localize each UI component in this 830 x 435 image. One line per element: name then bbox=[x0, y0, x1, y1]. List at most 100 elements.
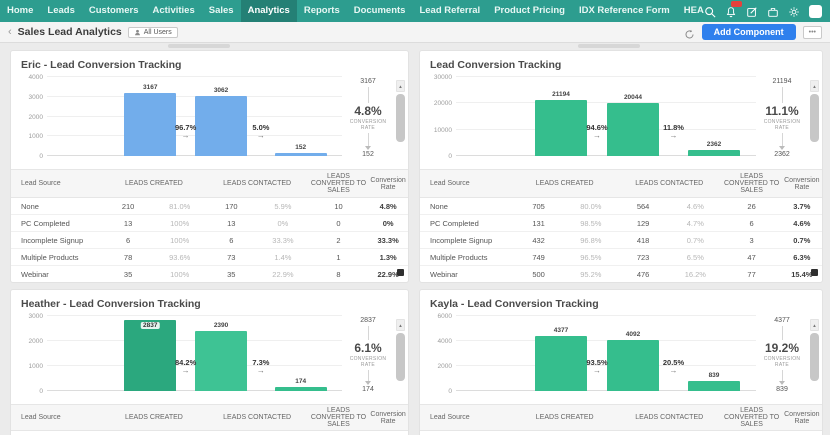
toolbar-more-button[interactable]: ••• bbox=[802, 25, 822, 39]
nav-item-product-pricing[interactable]: Product Pricing bbox=[487, 0, 572, 22]
horizontal-scrollbar-thumb[interactable] bbox=[578, 44, 640, 48]
leads-contacted-cell: 129 bbox=[636, 218, 650, 228]
bar-leads-converted-to-sales[interactable]: 174 bbox=[274, 378, 327, 391]
column-header-leads-contacted: LEADS CONTACTED bbox=[223, 180, 292, 187]
scroll-up-button[interactable]: ▲ bbox=[396, 80, 405, 92]
scroll-up-button[interactable]: ▲ bbox=[396, 319, 405, 331]
bar-value-label: 20044 bbox=[623, 94, 643, 102]
table-row[interactable]: Webinar 500 95.2% 476 16.2% 77 15.4% bbox=[420, 266, 822, 282]
bar-leads-converted-to-sales[interactable]: 839 bbox=[688, 372, 740, 391]
funnel-chart: 3000 2000 1000 0 2837 2390 174 84.2% → 7.3% → 2837 6… bbox=[11, 313, 408, 401]
scroll-up-button[interactable]: ▲ bbox=[810, 80, 819, 92]
lead-source-cell: Multiple Products bbox=[430, 252, 488, 262]
search-icon[interactable] bbox=[704, 5, 716, 18]
notification-badge bbox=[731, 1, 742, 7]
vertical-scrollbar[interactable]: ▲ bbox=[396, 80, 405, 142]
column-header-leads-converted-to-sales: LEADS CONVERTED TO SALES bbox=[723, 407, 780, 428]
bar-leads-converted-to-sales[interactable]: 2362 bbox=[688, 141, 740, 156]
summary-line bbox=[365, 132, 371, 150]
nav-item-idx-reference-form[interactable]: IDX Reference Form bbox=[572, 0, 677, 22]
nav-item-sales[interactable]: Sales bbox=[202, 0, 241, 22]
contacted-pct-cell: 4.7% bbox=[686, 218, 704, 228]
vertical-scrollbar-thumb[interactable] bbox=[810, 333, 819, 381]
table-row[interactable]: None 705 80.0% 564 4.6% 26 3.7% bbox=[420, 198, 822, 215]
vertical-scrollbar-thumb[interactable] bbox=[396, 94, 405, 142]
table-row[interactable]: None10635.8%3810.5%43.8% bbox=[11, 431, 408, 435]
user-filter-dropdown[interactable]: All Users bbox=[127, 26, 178, 38]
vertical-scrollbar[interactable]: ▲ bbox=[396, 319, 405, 381]
bar-leads-converted-to-sales[interactable]: 152 bbox=[274, 144, 327, 156]
column-header-lead-source: Lead Source bbox=[430, 180, 470, 187]
created-pct-cell: 100% bbox=[170, 218, 190, 228]
page-title: Sales Lead Analytics bbox=[17, 26, 122, 38]
table-row[interactable]: Webinar 35 100% 35 22.9% 8 22.9% bbox=[11, 266, 408, 282]
conversion-rate-label: CONVERSION RATE bbox=[763, 118, 801, 131]
vertical-scrollbar-thumb[interactable] bbox=[396, 333, 405, 381]
nav-item-documents[interactable]: Documents bbox=[347, 0, 413, 22]
created-pct-cell: 100% bbox=[170, 235, 190, 245]
leads-contacted-cell: 13 bbox=[227, 218, 236, 228]
lead-source-table: Lead Source LEADS CREATED LEADS CONTACTED L… bbox=[11, 169, 408, 282]
right-arrow-icon: → bbox=[256, 131, 265, 140]
leads-created-cell: 500 bbox=[532, 269, 545, 279]
compose-icon[interactable] bbox=[746, 5, 758, 17]
y-tick-label: 4000 bbox=[437, 338, 452, 345]
conversion-rate-value: 19.2% bbox=[764, 341, 800, 356]
conversion-rate-cell: 4.8% bbox=[379, 201, 397, 211]
summary-bottom-value: 174 bbox=[362, 386, 374, 393]
vertical-scrollbar-thumb[interactable] bbox=[810, 94, 819, 142]
notifications-bell-icon[interactable] bbox=[725, 1, 742, 18]
summary-line bbox=[365, 369, 371, 385]
conversion-rate-block: 4.8% CONVERSION RATE bbox=[344, 105, 392, 131]
summary-line bbox=[779, 369, 785, 385]
table-row[interactable]: None 210 81.0% 170 5.9% 10 4.8% bbox=[11, 198, 408, 215]
scroll-down-button[interactable] bbox=[397, 269, 404, 276]
summary-line bbox=[781, 87, 783, 104]
nav-item-leads[interactable]: Leads bbox=[40, 0, 81, 22]
leads-contacted-cell: 564 bbox=[636, 201, 650, 211]
table-row[interactable]: None6758.2%397.7%34.5% bbox=[420, 431, 822, 435]
down-arrow-icon bbox=[365, 381, 371, 385]
nav-item-activities[interactable]: Activities bbox=[146, 0, 202, 22]
table-header-row: Lead Source LEADS CREATED LEADS CONTACTED L… bbox=[420, 404, 822, 431]
table-row[interactable]: Incomplete Signup 6 100% 6 33.3% 2 33.3% bbox=[11, 232, 408, 249]
nav-item-heart[interactable]: HEART bbox=[677, 0, 704, 22]
leads-contacted-cell: 6 bbox=[229, 235, 234, 245]
scroll-down-button[interactable] bbox=[811, 269, 818, 276]
nav-item-lead-referral[interactable]: Lead Referral bbox=[412, 0, 487, 22]
nav-item-analytics[interactable]: Analytics bbox=[240, 0, 297, 22]
table-row[interactable]: PC Completed 131 98.5% 129 4.7% 6 4.6% bbox=[420, 215, 822, 232]
table-row[interactable]: Multiple Products 749 96.5% 723 6.5% 47 6.3% bbox=[420, 249, 822, 266]
down-arrow-icon bbox=[779, 146, 785, 150]
table-row[interactable]: Multiple Products 78 93.6% 73 1.4% 1 1.3% bbox=[11, 249, 408, 266]
y-tick-label: 6000 bbox=[437, 313, 452, 320]
created-pct-cell: 93.6% bbox=[169, 252, 191, 262]
back-chevron-icon[interactable]: ‹ bbox=[8, 26, 12, 38]
column-header-leads-created: LEADS CREATED bbox=[535, 180, 594, 187]
gridline: 4000 bbox=[29, 74, 342, 81]
briefcase-icon[interactable] bbox=[767, 5, 779, 17]
panel-heather-lead-conversion-tracking: Heather - Lead Conversion Tracking 3000 20… bbox=[10, 289, 409, 435]
vertical-scrollbar[interactable]: ▲ bbox=[810, 319, 819, 381]
nav-item-home[interactable]: Home bbox=[0, 0, 40, 22]
column-header-leads-converted-to-sales: LEADS CONVERTED TO SALES bbox=[310, 173, 367, 194]
bar-leads-created[interactable]: 2837 bbox=[124, 320, 177, 391]
nav-item-reports[interactable]: Reports bbox=[297, 0, 347, 22]
user-avatar[interactable] bbox=[809, 4, 822, 18]
leads-created-cell: 705 bbox=[532, 201, 545, 211]
created-pct-cell: 95.2% bbox=[580, 269, 602, 279]
table-row[interactable]: PC Completed 13 100% 13 0% 0 0% bbox=[11, 215, 408, 232]
table-row[interactable]: Incomplete Signup 432 96.8% 418 0.7% 3 0.7% bbox=[420, 232, 822, 249]
leads-created-cell: 749 bbox=[532, 252, 545, 262]
horizontal-scrollbar-thumb[interactable] bbox=[168, 44, 230, 48]
vertical-scrollbar[interactable]: ▲ bbox=[810, 80, 819, 142]
conversion-summary: 21194 11.1% CONVERSION RATE 2362 bbox=[758, 78, 806, 158]
settings-gear-icon[interactable] bbox=[788, 5, 800, 17]
column-header-conversion-rate: Conversion Rate bbox=[370, 176, 406, 191]
scroll-up-button[interactable]: ▲ bbox=[810, 319, 819, 331]
contacted-pct-cell: 1.4% bbox=[274, 252, 292, 262]
add-component-button[interactable]: Add Component bbox=[701, 24, 796, 40]
nav-item-customers[interactable]: Customers bbox=[82, 0, 146, 22]
refresh-icon[interactable] bbox=[684, 27, 695, 38]
top-navbar: Home Leads Customers Activities Sales Analyti… bbox=[0, 0, 830, 22]
